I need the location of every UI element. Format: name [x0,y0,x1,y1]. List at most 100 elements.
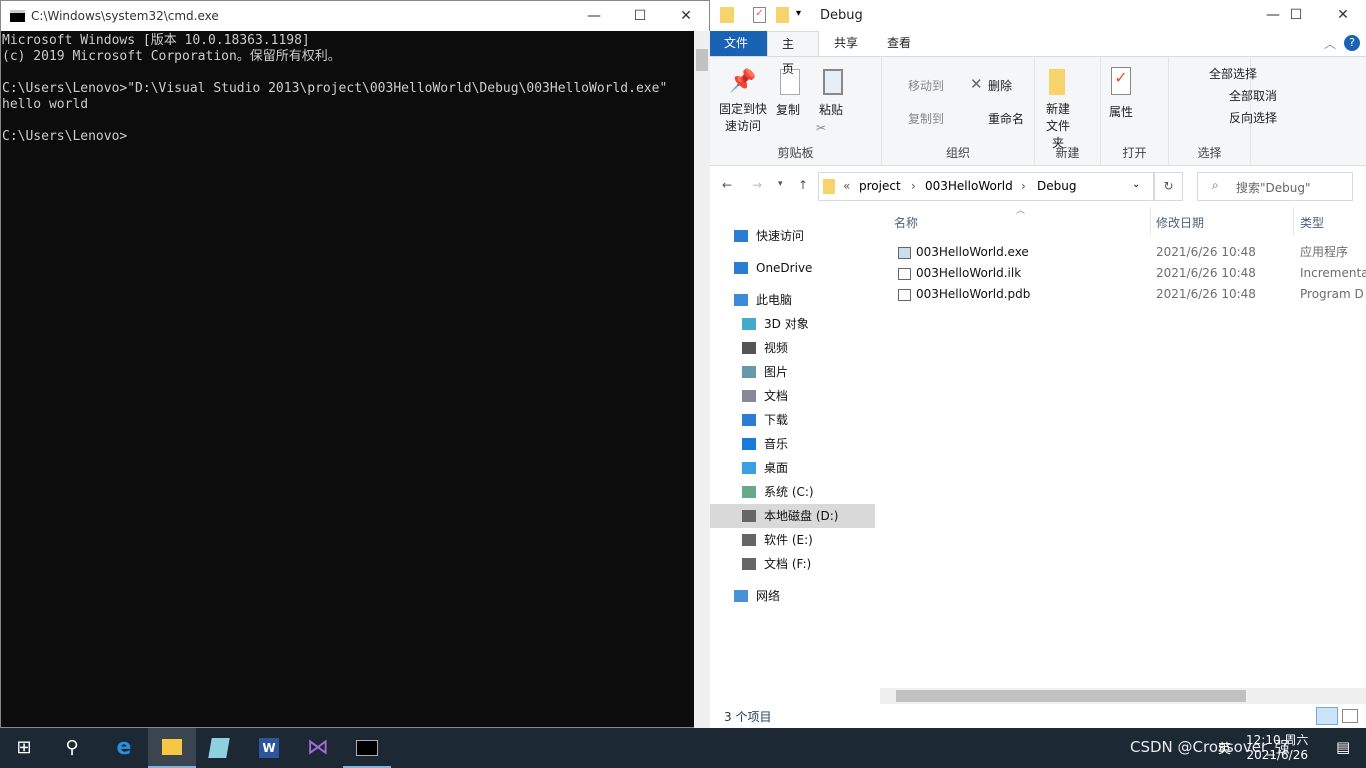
select-group: 全部选择 全部取消 反向选择 选择 [1169,57,1277,165]
edge-icon[interactable]: e [100,728,148,768]
nav-item[interactable]: 音乐 [710,432,875,456]
nav-item[interactable]: 软件 (E:) [710,528,875,552]
nav-item[interactable]: 快速访问 [710,224,875,248]
breadcrumb-003helloworld[interactable]: 003HelloWorld [925,179,1013,193]
column-type[interactable]: 类型 [1300,214,1324,230]
file-row[interactable]: 003HelloWorld.ilk 2021/6/26 10:48 Increm… [890,263,1366,284]
nav-item[interactable]: 本地磁盘 (D:) [710,504,875,528]
clock[interactable]: 12:10 周六 2021/6/26 [1246,731,1308,762]
select-all-button[interactable]: 全部选择 [1209,65,1257,82]
move-to-button[interactable]: 移动到 [908,77,944,94]
address-dropdown-icon[interactable]: ⌄ [1132,179,1140,190]
file-row[interactable]: 003HelloWorld.exe 2021/6/26 10:48 应用程序 [890,242,1366,263]
horizontal-scrollbar[interactable] [880,688,1366,704]
search-input[interactable]: ⌕ 搜索"Debug" [1197,172,1353,201]
date: 2021/6/26 [1246,748,1308,762]
collapse-ribbon-icon[interactable]: ︿ [1324,35,1336,52]
cmd-scrollbar[interactable] [694,31,710,728]
maximize-button[interactable]: ☐ [617,1,663,31]
cmd-title-bar[interactable]: C:\Windows\system32\cmd.exe — ☐ ✕ [1,1,709,31]
ime-indicator[interactable]: 英 [1218,738,1231,757]
nav-item[interactable]: 文档 (F:) [710,552,875,576]
nav-item[interactable]: 视频 [710,336,875,360]
console-output[interactable]: Microsoft Windows [版本 10.0.18363.1198] (c… [2,33,694,145]
properties-button[interactable]: 属性 [1109,103,1133,120]
recent-locations-button[interactable]: ▾ [778,179,783,189]
file-explorer-taskbar-button[interactable] [148,728,196,768]
nav-item[interactable]: 图片 [710,360,875,384]
word-icon[interactable]: W [246,728,294,768]
status-bar: 3 个项目 [710,705,1366,728]
nav-item-label: 系统 (C:) [764,485,814,499]
app-icon[interactable] [196,728,244,768]
properties-quick-icon[interactable]: ✓ [753,7,766,23]
customize-toolbar-icon[interactable]: ▾ [796,8,801,19]
nav-item-label: 软件 (E:) [764,533,813,547]
nav-item-label: 文档 (F:) [764,557,812,571]
cmd-taskbar-button[interactable] [343,728,391,768]
nav-item-label: 文档 [764,389,789,403]
search-button[interactable]: ⚲ [48,728,96,768]
file-type: 应用程序 [1300,245,1349,259]
close-button[interactable]: ✕ [1320,0,1366,30]
nav-item[interactable]: 桌面 [710,456,875,480]
refresh-button[interactable]: ↻ [1154,172,1183,201]
explorer-window[interactable]: ✓ ▾ Debug — ☐ ✕ 文件 主页 共享 查看 ︿ ? 📌 固定到快速访… [710,0,1366,728]
minimize-button[interactable]: — [571,1,617,31]
nav-item-label: 网络 [756,589,781,603]
nav-item[interactable]: 此电脑 [710,288,875,312]
nav-item[interactable]: 网络 [710,584,875,608]
maximize-button[interactable]: ☐ [1273,0,1319,30]
nav-item-icon [742,366,756,378]
breadcrumb-project[interactable]: project [859,179,901,193]
nav-item-label: 视频 [764,341,789,355]
invert-selection-button[interactable]: 反向选择 [1229,109,1277,126]
help-icon[interactable]: ? [1344,35,1360,51]
nav-item[interactable]: 下载 [710,408,875,432]
tab-file[interactable]: 文件 [710,31,767,56]
nav-item[interactable]: OneDrive [710,256,875,280]
tab-view[interactable]: 查看 [873,31,925,56]
column-name[interactable]: 名称 [894,214,918,230]
cmd-title: C:\Windows\system32\cmd.exe [31,9,219,23]
tab-home[interactable]: 主页 [767,31,819,76]
nav-item[interactable]: 系统 (C:) [710,480,875,504]
details-view-button[interactable] [1316,707,1338,725]
nav-item[interactable]: 文档 [710,384,875,408]
back-button[interactable]: ← [722,178,732,192]
scroll-thumb[interactable] [896,690,1246,702]
close-button[interactable]: ✕ [663,1,709,31]
address-bar[interactable]: « project › 003HelloWorld › Debug ⌄ [818,172,1154,201]
ribbon: 📌 固定到快速访问 复制 粘贴 ✂ 剪贴板 移动到 复制到 ✕ 删除 重命名 组… [710,56,1366,166]
tab-share[interactable]: 共享 [820,31,872,56]
visual-studio-icon[interactable]: ⋈ [294,728,342,768]
new-folder-quick-icon[interactable] [776,7,789,23]
file-icon [898,268,911,280]
group-label: 新建 [1055,146,1080,160]
large-icons-view-button[interactable] [1342,709,1358,723]
nav-item-icon [734,262,748,274]
notification-icon[interactable]: ▤ [1336,738,1350,756]
scroll-thumb[interactable] [696,49,708,71]
group-label: 剪贴板 [777,146,814,160]
copy-to-button[interactable]: 复制到 [908,110,944,127]
file-row[interactable]: 003HelloWorld.pdb 2021/6/26 10:48 Progra… [890,284,1366,305]
nav-item-icon [742,414,756,426]
breadcrumb-debug[interactable]: Debug [1037,179,1076,193]
cmd-window[interactable]: C:\Windows\system32\cmd.exe — ☐ ✕ Micros… [0,0,710,728]
forward-button[interactable]: → [752,178,762,192]
up-button[interactable]: ↑ [798,178,808,192]
start-button[interactable]: ⊞ [0,728,48,768]
paste-button[interactable]: 粘贴 [819,101,843,118]
cut-icon[interactable]: ✂ [816,121,826,135]
pin-quick-access-button[interactable]: 固定到快速访问 [717,101,769,135]
select-none-button[interactable]: 全部取消 [1229,87,1277,104]
nav-item-label: 桌面 [764,461,789,475]
nav-item[interactable]: 3D 对象 [710,312,875,336]
rename-button[interactable]: 重命名 [988,110,1024,127]
nav-item-icon [734,294,748,306]
column-date[interactable]: 修改日期 [1156,214,1204,230]
copy-button[interactable]: 复制 [776,101,800,118]
delete-button[interactable]: 删除 [988,77,1012,94]
properties-icon: ✓ [1111,67,1131,95]
